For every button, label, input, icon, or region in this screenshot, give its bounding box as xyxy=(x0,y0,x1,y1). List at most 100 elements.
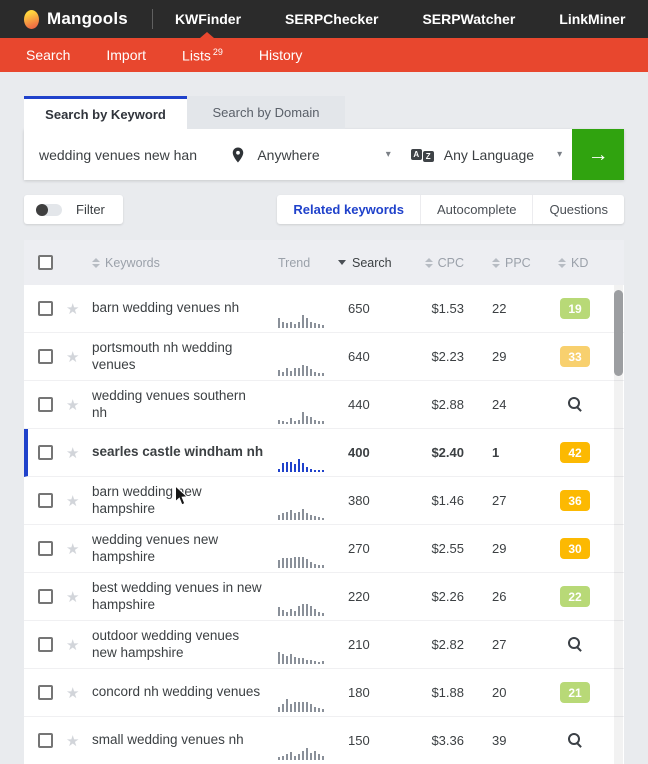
nav-serpchecker[interactable]: SERPChecker xyxy=(285,11,378,27)
keyword-text[interactable]: barn wedding venues nh xyxy=(92,300,239,317)
table-row[interactable]: ★portsmouth nh wedding venues640$2.23293… xyxy=(24,333,624,381)
trend-sparkline xyxy=(278,408,324,424)
favorite-star-icon[interactable]: ★ xyxy=(66,300,79,318)
row-checkbox[interactable] xyxy=(38,301,53,316)
keyword-text[interactable]: wedding venues new hampshire xyxy=(92,532,264,566)
row-checkbox[interactable] xyxy=(38,685,53,700)
filter-toggle-switch[interactable] xyxy=(36,204,62,216)
scrollbar-thumb[interactable] xyxy=(614,290,623,376)
table-row[interactable]: ★barn wedding new hampshire380$1.462736 xyxy=(24,477,624,525)
nav-kwfinder[interactable]: KWFinder xyxy=(175,11,241,27)
keyword-text[interactable]: searles castle windham nh xyxy=(92,444,263,461)
cpc-value: $1.88 xyxy=(431,685,464,700)
row-checkbox[interactable] xyxy=(38,541,53,556)
lists-count-badge: 29 xyxy=(213,47,223,57)
row-checkbox[interactable] xyxy=(38,637,53,652)
row-checkbox[interactable] xyxy=(38,397,53,412)
row-checkbox[interactable] xyxy=(38,445,53,460)
table-row[interactable]: ★best wedding venues in new hampshire220… xyxy=(24,573,624,621)
mangools-brand[interactable]: Mangools xyxy=(24,9,128,29)
row-checkbox[interactable] xyxy=(38,733,53,748)
language-select[interactable]: AZ Any Language ▾ xyxy=(401,129,572,180)
ppc-value: 27 xyxy=(492,637,506,652)
search-volume: 150 xyxy=(348,733,370,748)
search-volume: 640 xyxy=(348,349,370,364)
tab-search-by-domain[interactable]: Search by Domain xyxy=(187,96,345,129)
subnav-history[interactable]: History xyxy=(259,47,303,63)
favorite-star-icon[interactable]: ★ xyxy=(66,588,79,606)
search-submit-button[interactable]: → xyxy=(572,129,624,180)
favorite-star-icon[interactable]: ★ xyxy=(66,636,79,654)
favorite-star-icon[interactable]: ★ xyxy=(66,732,79,750)
filter-toggle-card[interactable]: Filter xyxy=(24,195,123,224)
kd-badge[interactable]: 36 xyxy=(560,490,590,511)
top-app-bar: Mangools KWFinder SERPChecker SERPWatche… xyxy=(0,0,648,38)
table-header-row: Keywords Trend Search CPC PPC KD xyxy=(24,240,624,285)
kd-search-icon[interactable] xyxy=(568,397,583,412)
table-row[interactable]: ★wedding venues southern nh440$2.8824 xyxy=(24,381,624,429)
trend-sparkline xyxy=(278,312,324,328)
subnav-lists[interactable]: Lists29 xyxy=(182,47,223,64)
table-row[interactable]: ★wedding venues new hampshire270$2.55293… xyxy=(24,525,624,573)
keyword-text[interactable]: wedding venues southern nh xyxy=(92,388,264,422)
favorite-star-icon[interactable]: ★ xyxy=(66,684,79,702)
kd-badge[interactable]: 33 xyxy=(560,346,590,367)
subnav-search[interactable]: Search xyxy=(26,47,70,63)
header-keywords[interactable]: Keywords xyxy=(92,256,264,270)
search-mode-tabs: Search by Keyword Search by Domain xyxy=(24,96,624,129)
keyword-text[interactable]: concord nh wedding venues xyxy=(92,684,260,701)
trend-sparkline xyxy=(278,696,324,712)
header-search[interactable]: Search xyxy=(320,256,376,270)
location-select[interactable]: Anywhere ▾ xyxy=(219,129,400,180)
active-app-notch xyxy=(200,32,214,38)
language-value: Any Language xyxy=(444,147,534,163)
sort-icon xyxy=(492,258,500,268)
mangools-logo-icon xyxy=(24,10,39,29)
kd-badge[interactable]: 22 xyxy=(560,586,590,607)
ppc-value: 1 xyxy=(492,445,499,460)
table-row[interactable]: ★small wedding venues nh150$3.3639 xyxy=(24,717,624,764)
kd-badge[interactable]: 19 xyxy=(560,298,590,319)
favorite-star-icon[interactable]: ★ xyxy=(66,444,79,462)
kd-badge[interactable]: 42 xyxy=(560,442,590,463)
kd-search-icon[interactable] xyxy=(568,733,583,748)
tab-autocomplete[interactable]: Autocomplete xyxy=(420,195,533,224)
table-row[interactable]: ★searles castle windham nh400$2.40142 xyxy=(24,429,624,477)
keyword-text[interactable]: portsmouth nh wedding venues xyxy=(92,340,264,374)
tab-search-by-keyword[interactable]: Search by Keyword xyxy=(24,96,187,129)
keyword-text[interactable]: best wedding venues in new hampshire xyxy=(92,580,264,614)
cpc-value: $2.26 xyxy=(431,589,464,604)
tab-questions[interactable]: Questions xyxy=(532,195,624,224)
favorite-star-icon[interactable]: ★ xyxy=(66,396,79,414)
trend-sparkline xyxy=(278,600,324,616)
header-kd[interactable]: KD xyxy=(526,256,624,270)
trend-sparkline xyxy=(278,504,324,520)
keyword-text[interactable]: barn wedding new hampshire xyxy=(92,484,264,518)
keyword-query-input[interactable] xyxy=(39,147,219,163)
topbar-divider xyxy=(152,9,153,29)
nav-serpwatcher[interactable]: SERPWatcher xyxy=(422,11,515,27)
table-row[interactable]: ★barn wedding venues nh650$1.532219 xyxy=(24,285,624,333)
secondary-nav: Search Import Lists29 History xyxy=(0,38,648,72)
favorite-star-icon[interactable]: ★ xyxy=(66,348,79,366)
nav-linkminer[interactable]: LinkMiner xyxy=(559,11,625,27)
keyword-text[interactable]: outdoor wedding venues new hampshire xyxy=(92,628,264,662)
kd-badge[interactable]: 30 xyxy=(560,538,590,559)
row-checkbox[interactable] xyxy=(38,493,53,508)
kd-badge[interactable]: 21 xyxy=(560,682,590,703)
app-switcher-nav: KWFinder SERPChecker SERPWatcher LinkMin… xyxy=(175,11,625,27)
favorite-star-icon[interactable]: ★ xyxy=(66,540,79,558)
row-checkbox[interactable] xyxy=(38,349,53,364)
select-all-checkbox[interactable] xyxy=(38,255,53,270)
table-row[interactable]: ★concord nh wedding venues180$1.882021 xyxy=(24,669,624,717)
favorite-star-icon[interactable]: ★ xyxy=(66,492,79,510)
cpc-value: $2.82 xyxy=(431,637,464,652)
tab-related-keywords[interactable]: Related keywords xyxy=(277,195,420,224)
subnav-import[interactable]: Import xyxy=(106,47,146,63)
kd-search-icon[interactable] xyxy=(568,637,583,652)
keyword-text[interactable]: small wedding venues nh xyxy=(92,732,244,749)
row-checkbox[interactable] xyxy=(38,589,53,604)
table-row[interactable]: ★outdoor wedding venues new hampshire210… xyxy=(24,621,624,669)
header-cpc[interactable]: CPC xyxy=(376,256,466,270)
header-ppc[interactable]: PPC xyxy=(466,256,526,270)
